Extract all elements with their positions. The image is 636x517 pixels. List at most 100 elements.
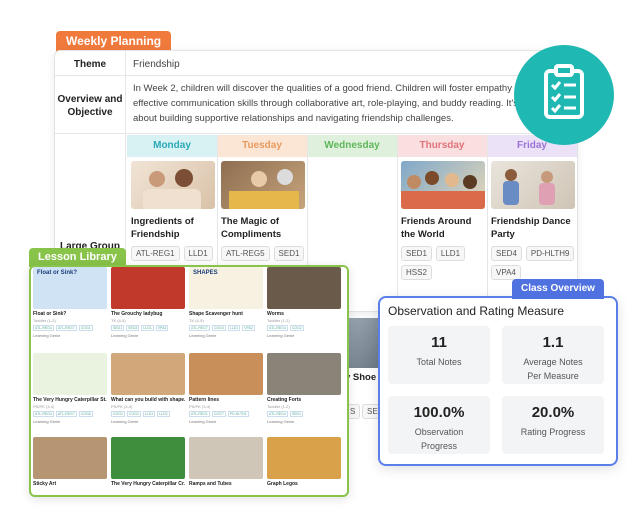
lesson-thumbnail [33, 353, 107, 395]
lesson-title: Float or Sink? [33, 311, 67, 317]
lesson-title: The Very Hungry Caterpillar St... [33, 397, 107, 403]
lesson-standard-chip: LLD1 [227, 325, 241, 331]
activity-friday[interactable]: Friendship Dance Party SED4 PD-HLTH9 VPA… [491, 161, 577, 280]
lesson-standard-chip: COG4 [211, 325, 226, 331]
day-wednesday[interactable]: Wednesday [307, 135, 397, 157]
lesson-standard-chip: PD-HLTH1 [227, 411, 249, 417]
lesson-tile[interactable]: SHAPES Shape Scavenger hunt TK (4-5) ATL-RE… [189, 267, 263, 338]
standard-chip: ATL-REG5 [221, 246, 270, 261]
class-overview-card: Observation and Rating Measure 11 Total … [378, 296, 618, 466]
clipboard-icon [514, 45, 614, 145]
lesson-tile[interactable]: Worms Toddler (1-2) ATL-REG4 COG2 Learning G… [267, 267, 341, 338]
theme-label: Theme [73, 59, 107, 70]
lesson-author: Learning Genie [189, 419, 217, 424]
stat-total-notes[interactable]: 11 Total Notes [388, 326, 490, 384]
weekly-planning-tag: Weekly Planning [56, 31, 172, 52]
standard-chip: LLD1 [183, 246, 213, 261]
lesson-tile[interactable]: Creating Forts Toddler (1-2) ATL-REG4 SED1 L… [267, 353, 341, 424]
lesson-author: Learning Genie [111, 419, 139, 424]
lesson-author: Learning Genie [33, 333, 61, 338]
standard-chip: PD-HLTH9 [525, 246, 575, 261]
standard-chip: VPA4 [491, 265, 521, 280]
activity-tuesday[interactable]: The Magic of Compliments ATL-REG5 SED1 [221, 161, 307, 261]
stat-label: Observation Progress [414, 427, 464, 451]
lesson-tile[interactable]: Sticky Art [33, 437, 107, 487]
lesson-thumbnail [267, 437, 341, 479]
lesson-tile[interactable]: Graph Legos [267, 437, 341, 487]
lesson-standard-chip: COG2 [126, 411, 141, 417]
activity-thumbnail [401, 161, 485, 209]
stat-label: Rating Progress [520, 427, 586, 437]
thumbnail-text: SHAPES [193, 270, 218, 276]
lesson-author: Learning Genie [33, 419, 61, 424]
lesson-age-group: PS/PK (3-4) [111, 404, 133, 409]
lesson-standard-chip: SED1 [111, 325, 125, 331]
lesson-thumbnail [111, 437, 185, 479]
activity-thumbnail [221, 161, 305, 209]
class-overview-tag: Class Overview [512, 279, 604, 299]
lesson-thumbnail [267, 353, 341, 395]
lesson-standard-chip: COG7 [211, 411, 226, 417]
activity-title: Ingredients of Friendship [131, 216, 194, 240]
lesson-standard-chip: ATL-REG4 [267, 325, 288, 331]
day-thursday[interactable]: Thursday [397, 135, 487, 157]
stat-value: 20.0% [531, 404, 575, 421]
lesson-thumbnail [111, 353, 185, 395]
activity-monday[interactable]: Ingredients of Friendship ATL-REG1 LLD1 [131, 161, 217, 261]
lesson-tile[interactable]: Ramps and Tubes [189, 437, 263, 487]
standard-chip: SED4 [491, 246, 522, 261]
lesson-thumbnail [189, 353, 263, 395]
lesson-tile[interactable]: What can you build with shape... PS/PK (3… [111, 353, 185, 424]
activity-thursday[interactable]: Friends Around the World SED1 LLD1 HSS2 [401, 161, 487, 280]
lesson-title: The Grouchy ladybug [111, 311, 163, 317]
stat-label: Average Notes Per Measure [523, 357, 583, 381]
lesson-standard-chip: LLD2 [157, 411, 170, 417]
partial-thumbnail [345, 318, 379, 368]
stat-observation-progress[interactable]: 100.0% Observation Progress [388, 396, 490, 454]
theme-value: Friendship [133, 59, 180, 70]
lesson-tile[interactable]: The Very Hungry Caterpillar Cr... [111, 437, 185, 487]
lesson-age-group: TK (4-5) [111, 318, 126, 323]
thumbnail-text: Float or Sink? [37, 270, 78, 276]
standard-chip: SED1 [273, 246, 305, 261]
stat-value: 11 [431, 334, 447, 351]
lesson-thumbnail [267, 267, 341, 309]
lesson-tile[interactable]: The Very Hungry Caterpillar St... PS/PK (… [33, 353, 107, 424]
lesson-tile[interactable]: Pattern lines PS/PK (3-4) ATL-REG1 COG7 PD-H… [189, 353, 263, 424]
lesson-tile[interactable]: Float or Sink? Float or Sink? Toddler (1-2… [33, 267, 107, 338]
class-overview-title: Observation and Rating Measure [388, 304, 565, 318]
lesson-standard-chip: SED3 [126, 325, 140, 331]
lesson-standard-chip: LLD1 [142, 411, 156, 417]
activity-title: Friendship Dance Party [491, 216, 571, 240]
lesson-tile[interactable]: The Grouchy ladybug TK (4-5) SED1 SED3 LLD1 V… [111, 267, 185, 338]
stat-label: Total Notes [416, 357, 462, 367]
lesson-age-group: Toddler (1-2) [33, 318, 56, 323]
lesson-author: Learning Genie [111, 333, 139, 338]
activity-title: The Magic of Compliments [221, 216, 282, 240]
stat-value: 1.1 [542, 334, 564, 351]
day-tuesday[interactable]: Tuesday [217, 135, 307, 157]
overview-label: Overview and Objective [57, 94, 123, 118]
lesson-standard-chip: COG1 [78, 325, 93, 331]
lesson-standard-chip: ATL-REG7 [55, 325, 77, 331]
day-monday[interactable]: Monday [127, 135, 217, 157]
lesson-title: The Very Hungry Caterpillar Cr... [111, 481, 185, 487]
lesson-standard-chip: COG1 [111, 411, 125, 417]
activity-thumbnail [131, 161, 215, 209]
lesson-age-group: Toddler (1-2) [267, 318, 290, 323]
lesson-standard-chip: COG2 [289, 325, 304, 331]
lesson-title: What can you build with shape... [111, 397, 185, 403]
stat-value: 100.0% [413, 404, 465, 421]
lesson-title: Ramps and Tubes [189, 481, 232, 487]
lesson-author: Learning Genie [189, 333, 217, 338]
stat-rating-progress[interactable]: 20.0% Rating Progress [502, 396, 604, 454]
stat-average-notes[interactable]: 1.1 Average Notes Per Measure [502, 326, 604, 384]
activity-thumbnail [491, 161, 575, 209]
lesson-standard-chip: ATL-REG4 [267, 411, 288, 417]
partial-activity-title: y Shoe [345, 372, 377, 383]
lesson-title: Sticky Art [33, 481, 57, 487]
lesson-age-group: PS/PK (3-4) [33, 404, 55, 409]
lesson-thumbnail: SHAPES [189, 267, 263, 309]
lesson-standard-chip: ATL-REG4 [33, 325, 54, 331]
lesson-age-group: PS/PK (3-4) [189, 404, 211, 409]
